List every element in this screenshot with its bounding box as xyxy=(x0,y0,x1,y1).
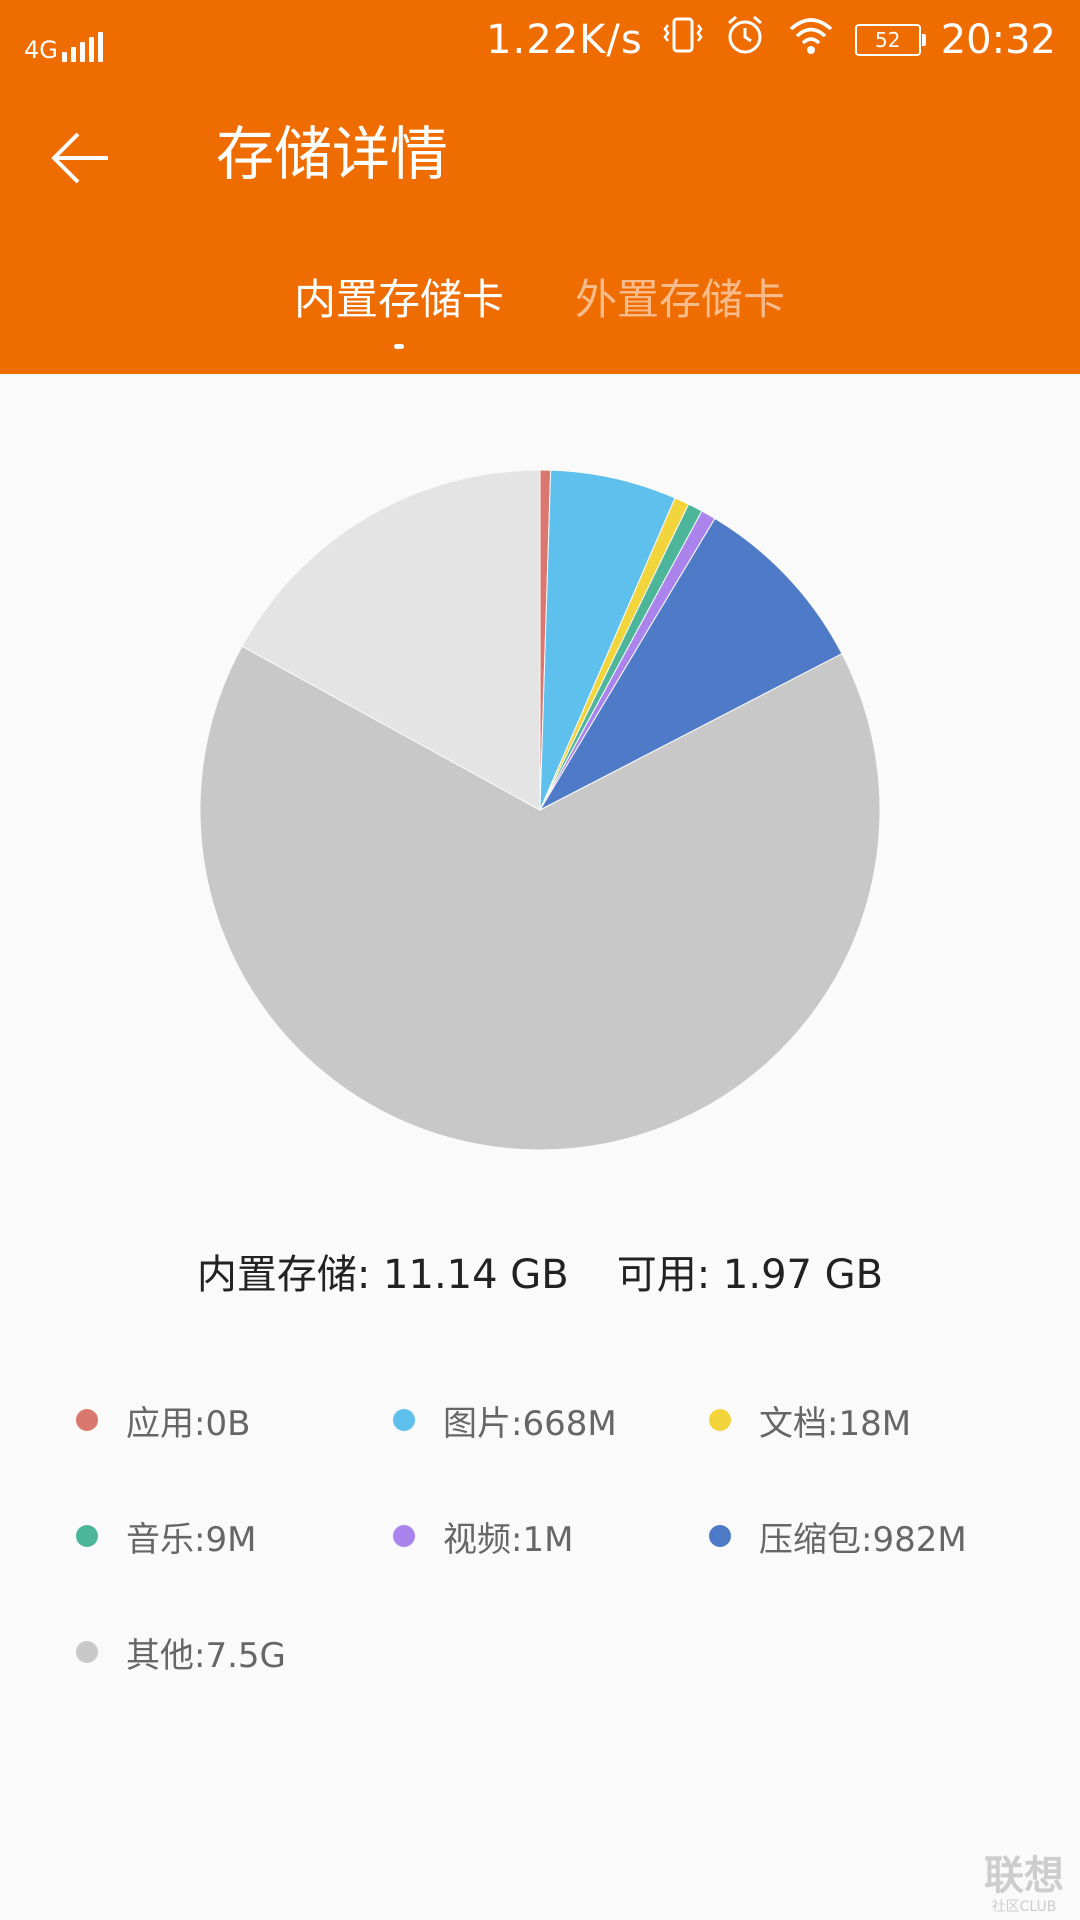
watermark-sub: 社区CLUB xyxy=(991,1899,1057,1915)
wifi-icon xyxy=(787,13,835,67)
alarm-icon xyxy=(723,13,767,67)
back-button[interactable] xyxy=(40,118,120,198)
legend-item-images: 图片:668M xyxy=(393,1390,617,1450)
storage-pie-chart xyxy=(199,469,881,1151)
legend-item-documents: 文档:18M xyxy=(709,1390,911,1450)
legend-dot xyxy=(709,1409,731,1431)
legend-label: 视频:1M xyxy=(443,1519,574,1560)
legend-item-archives: 压缩包:982M xyxy=(709,1506,967,1566)
status-icons: 1.22K/s 52 20:32 xyxy=(486,10,1056,70)
legend-item-music: 音乐:9M xyxy=(76,1506,256,1566)
legend-label: 其他:7.5G xyxy=(126,1635,286,1676)
vibrate-icon xyxy=(663,13,703,67)
signal-icon xyxy=(61,32,103,62)
legend-label: 图片:668M xyxy=(443,1403,617,1444)
page-title: 存储详情 xyxy=(216,120,449,188)
legend-dot xyxy=(76,1409,98,1431)
watermark-logo: 联想 社区CLUB xyxy=(974,1854,1074,1916)
storage-details-screen: 4G 1.22K/s 52 20:32 存储详情 内置存储卡 外置存储卡 内置存… xyxy=(0,0,1080,1920)
toolbar: 存储详情 xyxy=(0,80,1080,230)
tab-indicator xyxy=(394,344,404,349)
legend-item-apps: 应用:0B xyxy=(76,1390,250,1450)
network-indicator: 4G xyxy=(24,18,103,62)
back-arrow-icon xyxy=(51,132,108,184)
storage-summary: 内置存储: 11.14 GB 可用: 1.97 GB xyxy=(0,1245,1080,1305)
watermark-main: 联想 xyxy=(984,1853,1064,1899)
battery-icon: 52 xyxy=(854,24,926,56)
status-bar: 4G 1.22K/s 52 20:32 xyxy=(0,0,1080,80)
legend-dot xyxy=(76,1641,98,1663)
legend-dot xyxy=(76,1525,98,1547)
legend-item-videos: 视频:1M xyxy=(393,1506,573,1566)
legend-dot xyxy=(393,1525,415,1547)
internal-storage-total: 内置存储: 11.14 GB xyxy=(196,1252,569,1298)
network-type: 4G xyxy=(24,36,58,64)
available-storage: 可用: 1.97 GB xyxy=(616,1252,884,1298)
tab-external-storage[interactable]: 外置存储卡 xyxy=(575,270,785,330)
pie-svg xyxy=(199,469,881,1151)
tab-internal-storage[interactable]: 内置存储卡 xyxy=(294,270,504,330)
legend-label: 文档:18M xyxy=(759,1403,912,1444)
storage-tabs: 内置存储卡 外置存储卡 xyxy=(0,270,1080,360)
network-speed: 1.22K/s xyxy=(486,17,643,63)
legend-dot xyxy=(709,1525,731,1547)
legend-label: 压缩包:982M xyxy=(759,1519,967,1560)
clock: 20:32 xyxy=(940,17,1056,63)
app-header: 4G 1.22K/s 52 20:32 存储详情 内置存储卡 外置存储卡 xyxy=(0,0,1080,374)
legend-dot xyxy=(393,1409,415,1431)
legend-item-others: 其他:7.5G xyxy=(76,1622,286,1682)
legend-label: 应用:0B xyxy=(126,1403,251,1444)
legend-label: 音乐:9M xyxy=(126,1519,257,1560)
